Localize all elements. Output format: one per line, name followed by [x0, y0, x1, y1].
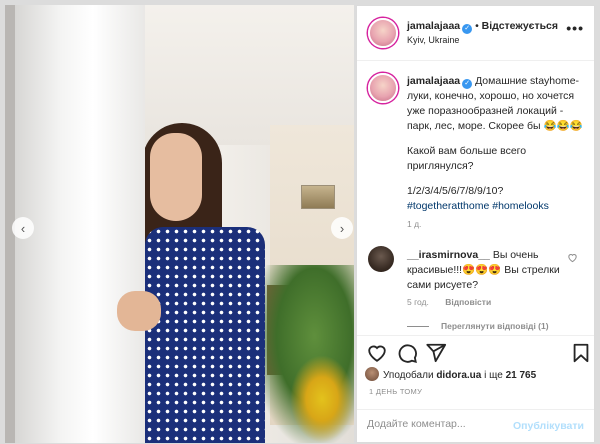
- view-replies-button[interactable]: Переглянути відповіді (1): [407, 321, 549, 331]
- photo-person-hand: [117, 291, 161, 331]
- action-bar: [357, 335, 594, 369]
- caption: jamalajaaa ✓ Домашние stayhome-луки, коне…: [407, 74, 587, 214]
- likes-count[interactable]: 21 765: [506, 370, 537, 381]
- caption-options: 1/2/3/4/5/6/7/8/9/10?: [407, 185, 504, 197]
- hashtag-link[interactable]: #homelooks: [492, 200, 549, 212]
- likes-prefix: Уподобали: [383, 370, 434, 381]
- caption-timestamp[interactable]: 1 д.: [407, 219, 421, 229]
- heart-icon[interactable]: [366, 342, 388, 364]
- comment-icon[interactable]: [396, 342, 418, 364]
- location-link[interactable]: Kyiv, Ukraine: [407, 35, 459, 45]
- follow-button[interactable]: Відстежується: [482, 20, 558, 32]
- caption-avatar[interactable]: [368, 73, 398, 103]
- comment: __irasmirnova__ Вы очень красивые!!!😍😍😍 …: [407, 248, 567, 293]
- comment-like-icon[interactable]: [567, 252, 578, 266]
- caption-username[interactable]: jamalajaaa: [407, 75, 460, 87]
- separator-dot: •: [475, 20, 479, 32]
- share-icon[interactable]: [425, 342, 447, 364]
- more-options-icon[interactable]: •••: [566, 20, 584, 36]
- photo-painting: [301, 185, 335, 209]
- bookmark-icon[interactable]: [570, 342, 592, 364]
- comment-input[interactable]: [367, 418, 517, 430]
- chevron-right-icon[interactable]: ›: [331, 217, 353, 239]
- publish-button[interactable]: Опублікувати: [513, 420, 584, 432]
- replies-divider: [407, 326, 429, 328]
- post-date[interactable]: 1 ДЕНЬ ТОМУ: [369, 387, 422, 396]
- photo-person-face: [150, 133, 202, 221]
- post-photo[interactable]: ‹ ›: [5, 5, 354, 443]
- likes-summary: Уподобали didora.ua і ще 21 765: [365, 367, 536, 381]
- author-username[interactable]: jamalajaaa: [407, 20, 460, 32]
- photo-person-dress: [145, 227, 265, 443]
- photo-pillar: [15, 5, 145, 443]
- comment-timestamp[interactable]: 5 год.: [407, 297, 429, 307]
- photo-flowers: [290, 355, 354, 443]
- likes-middle: і ще: [484, 370, 503, 381]
- post-header: jamalajaaa ✓ • Відстежується Kyiv, Ukrain…: [357, 6, 594, 61]
- liker-avatar: [365, 367, 379, 381]
- post-side-panel: jamalajaaa ✓ • Відстежується Kyiv, Ukrain…: [356, 5, 595, 443]
- hashtag-link[interactable]: #togetheratthome: [407, 200, 489, 212]
- commenter-username[interactable]: __irasmirnova__: [407, 249, 490, 261]
- commenter-avatar[interactable]: [368, 246, 394, 272]
- verified-icon: ✓: [462, 24, 473, 34]
- comment-meta: 5 год. Відповісти: [407, 297, 491, 307]
- liker-username[interactable]: didora.ua: [436, 370, 481, 381]
- verified-icon: ✓: [462, 79, 473, 89]
- reply-button[interactable]: Відповісти: [445, 297, 491, 307]
- avatar[interactable]: [368, 18, 398, 48]
- add-comment-bar: Опублікувати: [357, 409, 594, 444]
- header-line: jamalajaaa ✓ • Відстежується: [407, 20, 558, 34]
- caption-question: Какой вам больше всего приглянулся?: [407, 145, 527, 172]
- view-replies-label: Переглянути відповіді (1): [441, 321, 549, 331]
- chevron-left-icon[interactable]: ‹: [12, 217, 34, 239]
